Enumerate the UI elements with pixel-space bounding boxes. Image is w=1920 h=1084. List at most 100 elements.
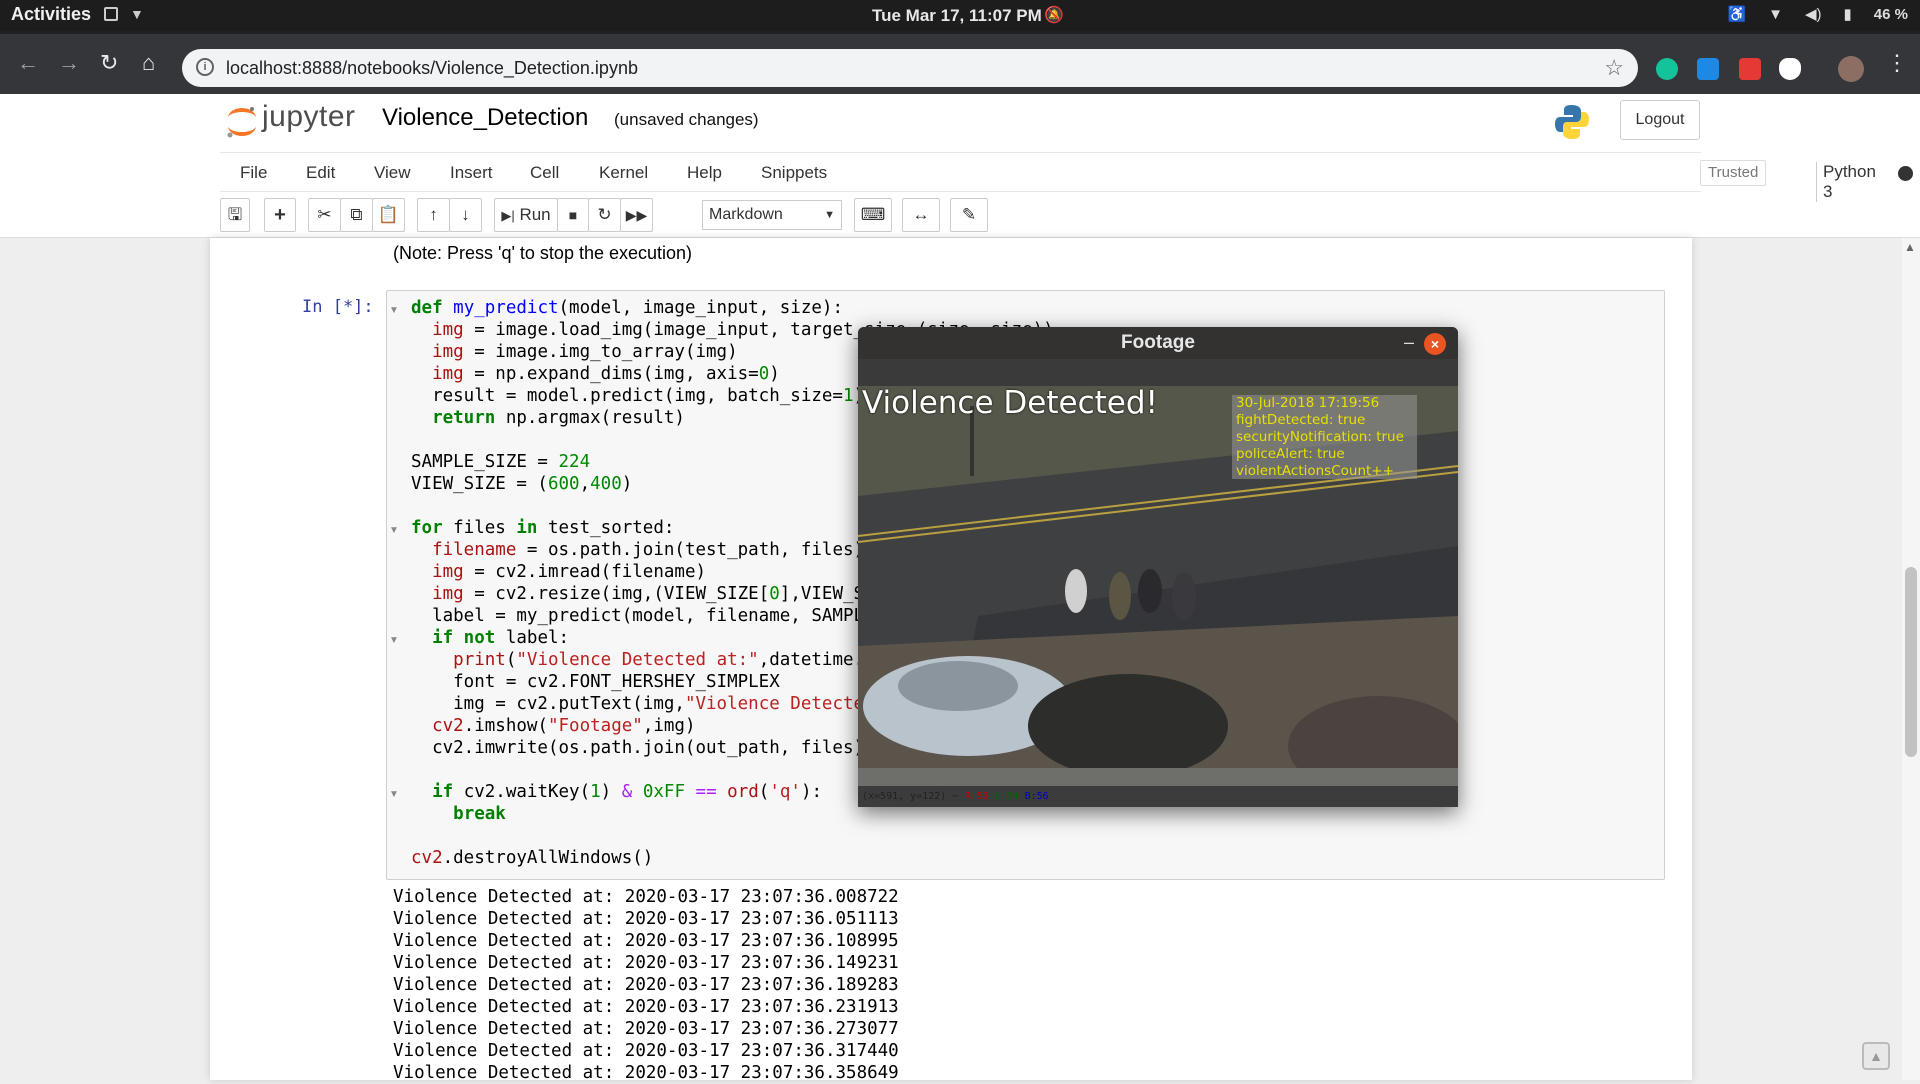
restart-run-all-icon[interactable]: ▶▶ (620, 198, 653, 232)
bookmark-star-icon[interactable]: ☆ (1604, 55, 1624, 81)
kernel-name[interactable]: Python 3 (1816, 162, 1876, 202)
menu-file[interactable]: File (240, 163, 267, 183)
clock[interactable]: Tue Mar 17, 11:07 PM (872, 6, 1042, 26)
notifications-muted-icon: 🔕 (1044, 7, 1064, 24)
scrollbar-thumb[interactable] (1905, 567, 1917, 757)
notebook-title[interactable]: Violence_Detection (382, 104, 588, 132)
toggle-width-icon[interactable]: ↔ (902, 198, 940, 232)
browser-toolbar: ← → ↻ ⌂ i localhost:8888/notebooks/Viole… (0, 31, 1920, 94)
markdown-note: (Note: Press 'q' to stop the execution) (393, 243, 693, 263)
stop-icon[interactable]: ■ (557, 198, 589, 232)
battery-icon[interactable]: ▮ (1844, 5, 1852, 23)
output-line: Violence Detected at: 2020-03-17 23:07:3… (393, 1041, 899, 1061)
status-b: B:56 (1024, 791, 1049, 802)
violence-detected-label: Violence Detected! (862, 385, 1158, 421)
keyboard-icon[interactable]: ⌨ (854, 198, 892, 232)
overlay-timestamp: 30-Jul-2018 17:19:56 (1236, 395, 1380, 411)
move-down-icon[interactable]: ↓ (449, 198, 482, 232)
system-tray[interactable]: ♿ ▼ ◀) ▮ 46 % (1727, 5, 1908, 24)
forward-icon[interactable]: → (58, 50, 80, 76)
cell-prompt: In [*]: (302, 297, 374, 317)
footage-window-title[interactable]: Footage (858, 327, 1458, 359)
grammarly-extension-icon[interactable] (1656, 58, 1678, 80)
menu-insert[interactable]: Insert (450, 163, 493, 183)
save-status: (unsaved changes) (614, 110, 759, 129)
back-icon[interactable]: ← (17, 50, 39, 76)
app-menu-icon[interactable] (104, 7, 118, 21)
menu-kebab-icon[interactable]: ⋮ (1886, 50, 1908, 76)
output-line: Violence Detected at: 2020-03-17 23:07:3… (393, 931, 899, 951)
scroll-to-top-button[interactable]: ▲ (1862, 1042, 1890, 1070)
cut-icon[interactable]: ✂ (308, 198, 341, 232)
fold-toggle-icon[interactable]: ▼ (389, 635, 399, 646)
fold-toggle-icon[interactable]: ▼ (389, 525, 399, 536)
cell-type-value: Markdown (709, 206, 783, 223)
battery-level: 46 % (1873, 5, 1908, 23)
pixel-info-status: (x=591, y=122) ~ R:53 G:54 B:56 (858, 786, 1458, 807)
overlay-police: policeAlert: true (1236, 446, 1345, 462)
output-line: Violence Detected at: 2020-03-17 23:07:3… (393, 953, 899, 973)
footage-window[interactable]: Footage – × Violence Detected! 30-Jul-20… (858, 327, 1458, 807)
fold-toggle-icon[interactable]: ▼ (389, 789, 399, 800)
insert-cell-icon[interactable]: + (264, 198, 296, 232)
run-icon: ▶| (501, 208, 515, 223)
logout-button[interactable]: Logout (1620, 100, 1700, 140)
volume-icon[interactable]: ◀) (1805, 5, 1822, 23)
output-line: Violence Detected at: 2020-03-17 23:07:3… (393, 1019, 899, 1039)
kernel-busy-indicator (1898, 166, 1913, 181)
overlay-fight: fightDetected: true (1236, 412, 1366, 428)
wrench-icon[interactable]: ✎ (950, 198, 988, 232)
footage-toolbar (858, 359, 1458, 386)
run-label: Run (519, 205, 551, 224)
home-icon[interactable]: ⌂ (142, 50, 155, 76)
output-line: Violence Detected at: 2020-03-17 23:07:3… (393, 975, 899, 995)
scroll-up-icon[interactable]: ▲ (1904, 240, 1916, 254)
python-logo-icon (1555, 105, 1589, 139)
cell-type-select[interactable]: Markdown ▼ (702, 200, 842, 230)
menu-edit[interactable]: Edit (306, 163, 335, 183)
status-coords: (x=591, y=122) ~ (862, 791, 959, 802)
pdf-extension-icon[interactable] (1739, 58, 1761, 80)
chevron-down-icon[interactable]: ▼ (130, 6, 144, 22)
status-r: R:53 (964, 791, 989, 802)
url-text[interactable]: localhost:8888/notebooks/Violence_Detect… (226, 58, 638, 79)
activities-button[interactable]: Activities (11, 4, 91, 25)
output-line: Violence Detected at: 2020-03-17 23:07:3… (393, 1063, 899, 1083)
chevron-down-icon: ▼ (824, 209, 835, 221)
address-bar[interactable]: i localhost:8888/notebooks/Violence_Dete… (182, 49, 1638, 87)
output-line: Violence Detected at: 2020-03-17 23:07:3… (393, 887, 899, 907)
move-up-icon[interactable]: ↑ (417, 198, 450, 232)
menu-view[interactable]: View (374, 163, 411, 183)
menu-cell[interactable]: Cell (530, 163, 559, 183)
overlay-count: violentActionsCount++ (1236, 463, 1394, 479)
profile-avatar[interactable] (1838, 56, 1864, 82)
reload-icon[interactable]: ↻ (100, 50, 118, 76)
info-icon[interactable]: i (196, 58, 214, 76)
jupyter-logo-text[interactable]: jupyter (262, 100, 356, 134)
wifi-icon[interactable]: ▼ (1768, 6, 1783, 23)
close-icon[interactable]: × (1424, 333, 1446, 355)
save-icon[interactable]: 🖫 (220, 198, 250, 232)
extension-icon[interactable] (1697, 58, 1719, 80)
output-line: Violence Detected at: 2020-03-17 23:07:3… (393, 997, 899, 1017)
paste-icon[interactable]: 📋 (372, 198, 405, 232)
menu-help[interactable]: Help (687, 163, 722, 183)
shield-extension-icon[interactable] (1779, 58, 1801, 80)
jupyter-logo-icon[interactable] (224, 104, 260, 140)
status-g: G:54 (994, 791, 1019, 802)
accessibility-icon[interactable]: ♿ (1727, 5, 1746, 23)
jupyter-header: jupyter Violence_Detection (unsaved chan… (0, 94, 1920, 152)
restart-icon[interactable]: ↻ (588, 198, 621, 232)
copy-icon[interactable]: ⧉ (340, 198, 373, 232)
cell-output: Violence Detected at: 2020-03-17 23:07:3… (393, 886, 899, 1084)
fold-toggle-icon[interactable]: ▼ (389, 305, 399, 316)
menu-kernel[interactable]: Kernel (599, 163, 648, 183)
run-button[interactable]: ▶| Run (494, 198, 558, 232)
menubar: File Edit View Insert Cell Kernel Help S… (220, 152, 1913, 202)
output-line: Violence Detected at: 2020-03-17 23:07:3… (393, 909, 899, 929)
minimize-icon[interactable]: – (1404, 327, 1414, 357)
system-top-bar: Activities ▼ Tue Mar 17, 11:07 PM 🔕 ♿ ▼ … (0, 0, 1920, 31)
trusted-badge[interactable]: Trusted (1700, 160, 1767, 186)
overlay-security: securityNotification: true (1236, 429, 1404, 445)
menu-snippets[interactable]: Snippets (761, 163, 827, 183)
